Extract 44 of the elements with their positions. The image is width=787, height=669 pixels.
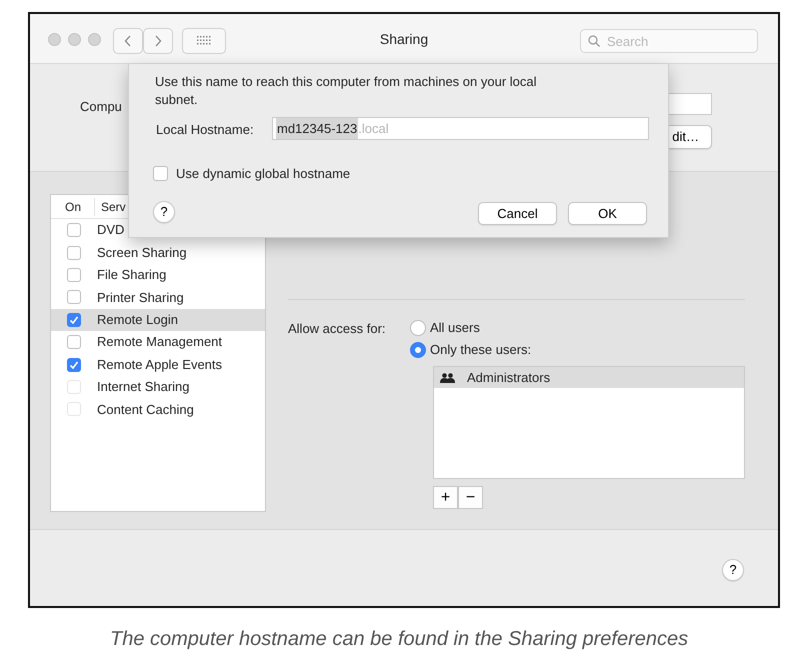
grid-button[interactable] [182, 28, 226, 54]
radio-option[interactable]: All users [410, 318, 480, 338]
ok-button[interactable]: OK [568, 202, 647, 225]
column-header: On [51, 198, 95, 216]
help-button[interactable]: ? [153, 201, 175, 223]
dialog-message: Use this name to reach this computer from machines on your local subnet. [155, 73, 538, 109]
service-row[interactable]: Printer Sharing [51, 286, 265, 309]
back-button[interactable] [113, 28, 143, 54]
add-button[interactable]: + [433, 486, 458, 509]
checkbox-option[interactable]: Use dynamic global hostname [153, 164, 350, 184]
remove-button[interactable]: − [458, 486, 483, 509]
chevron-left-icon [124, 35, 132, 47]
field-label: Compu [80, 98, 122, 116]
checkbox[interactable] [67, 268, 81, 282]
checkbox[interactable] [67, 358, 81, 372]
service-row[interactable]: Remote Login [51, 308, 265, 331]
window-button[interactable] [48, 33, 61, 46]
hostname-field[interactable]: md12345-123.local [272, 117, 649, 140]
checkbox[interactable] [67, 223, 81, 238]
service-row[interactable]: File Sharing [51, 264, 265, 286]
radio-option[interactable]: Only these users: [410, 340, 532, 360]
window-button[interactable] [68, 33, 81, 46]
service-row[interactable]: Screen Sharing [51, 241, 265, 264]
field-label: Allow access for: [288, 320, 386, 338]
grid-icon [197, 36, 211, 46]
checkbox[interactable] [67, 312, 81, 327]
forward-button[interactable] [143, 28, 173, 54]
users-icon [440, 372, 455, 382]
checkbox[interactable] [67, 290, 81, 304]
cancel-button[interactable]: Cancel [478, 202, 557, 225]
user-row[interactable]: Administrators [434, 367, 744, 388]
chevron-right-icon [154, 35, 162, 47]
checkbox[interactable] [67, 246, 81, 260]
field-label: Local Hostname: [156, 121, 254, 139]
service-row[interactable]: Remote Management [51, 330, 265, 354]
column-header: Serv [100, 198, 126, 216]
search-icon [588, 35, 600, 47]
search-field[interactable]: Search [580, 29, 758, 53]
help-button[interactable]: ? [722, 559, 744, 581]
window-title: Sharing [380, 31, 428, 47]
service-row[interactable]: Remote Apple Events [51, 353, 265, 376]
caption: The computer hostname can be found in the Sharing preferences [110, 627, 690, 652]
window-button[interactable] [88, 33, 101, 46]
checkbox[interactable] [67, 335, 81, 350]
